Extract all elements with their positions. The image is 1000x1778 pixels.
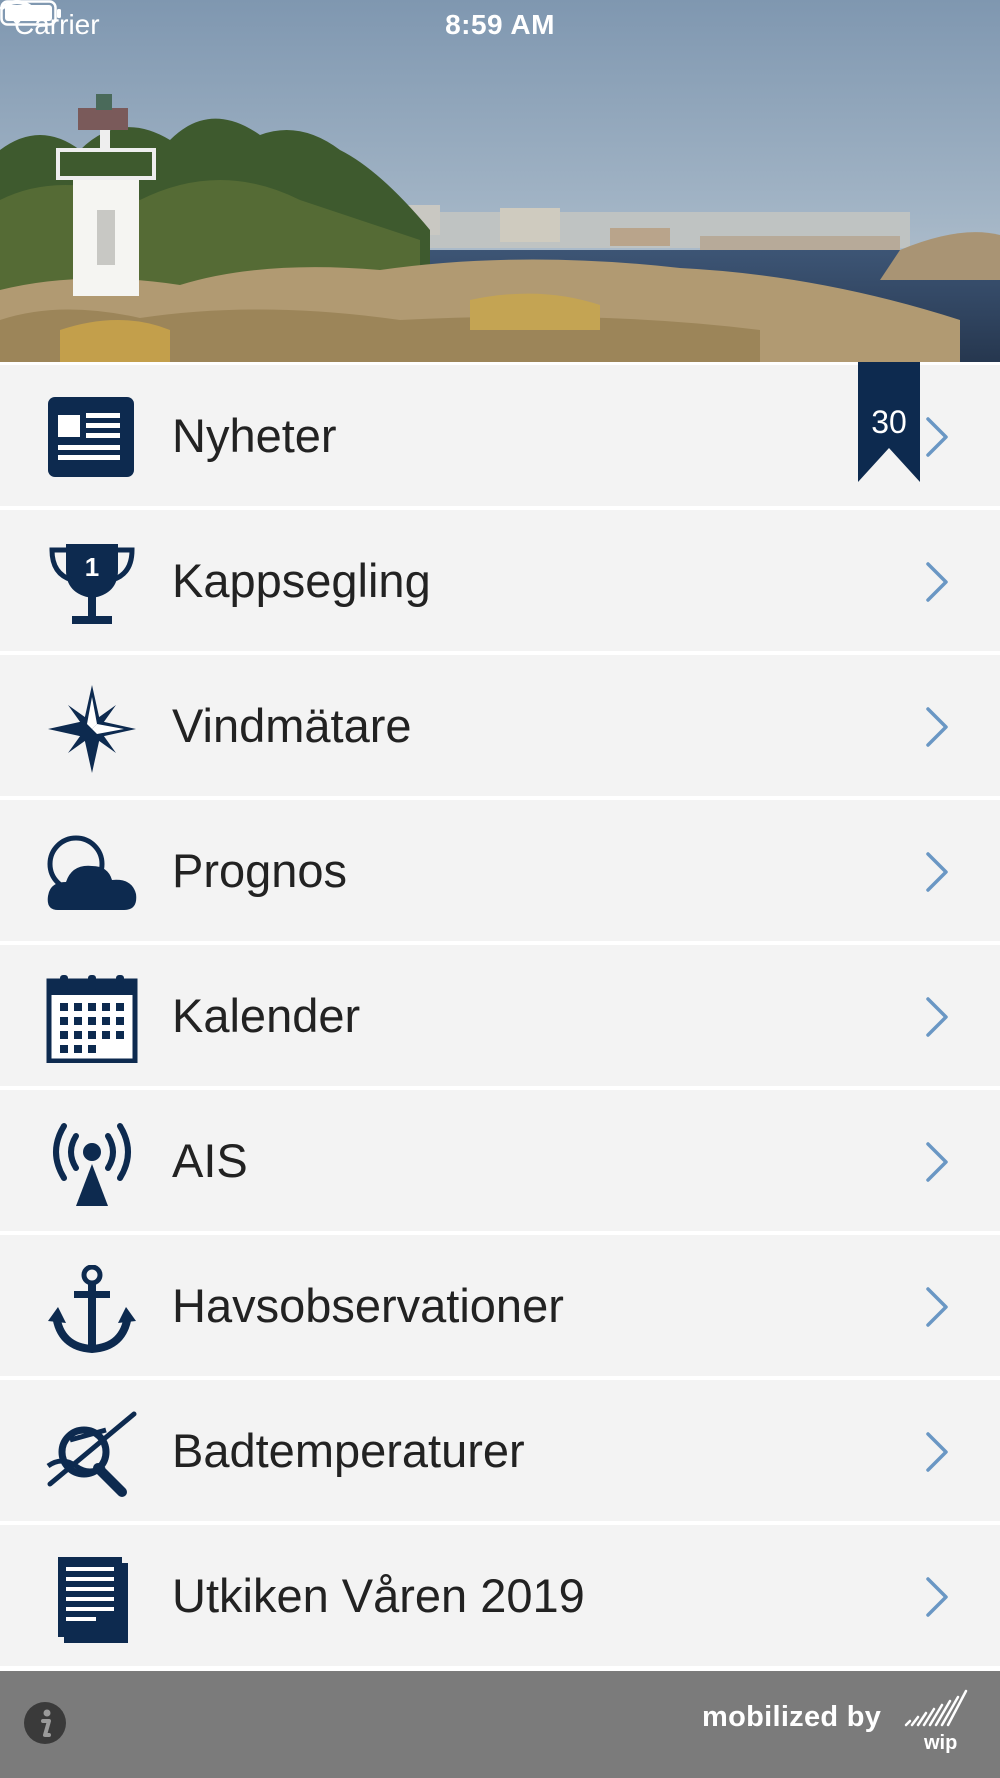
menu-item-vindmatare[interactable]: Vindmätare xyxy=(0,655,1000,800)
svg-text:1: 1 xyxy=(85,552,99,582)
trophy-icon: 1 xyxy=(49,544,135,624)
menu-item-label: Kappsegling xyxy=(172,554,431,607)
main-menu: Nyheter 30 1 Kappsegling Vindmätare Prog… xyxy=(0,362,1000,1670)
chevron-right-icon xyxy=(926,417,948,457)
chevron-right-icon xyxy=(926,562,948,602)
news-count-badge: 30 xyxy=(871,404,907,440)
cloud-icon xyxy=(47,835,137,910)
footer-bar: mobilized by wip xyxy=(0,1671,1000,1778)
menu-item-havsobservationer[interactable]: Havsobservationer xyxy=(0,1235,1000,1380)
chevron-right-icon xyxy=(926,1142,948,1182)
menu-item-label: Nyheter xyxy=(172,409,337,462)
menu-item-nyheter[interactable]: Nyheter 30 xyxy=(0,362,1000,510)
info-icon[interactable] xyxy=(23,1701,67,1745)
menu-item-badtemperaturer[interactable]: Badtemperaturer xyxy=(0,1380,1000,1525)
menu-item-label: AIS xyxy=(172,1134,248,1187)
wip-logo[interactable]: wip xyxy=(900,1685,972,1757)
menu-item-label: Vindmätare xyxy=(172,699,412,752)
calendar-icon xyxy=(46,975,138,1063)
chevron-right-icon xyxy=(926,852,948,892)
menu-item-label: Havsobservationer xyxy=(172,1279,564,1332)
menu-item-label: Badtemperaturer xyxy=(172,1424,525,1477)
chevron-right-icon xyxy=(926,707,948,747)
battery-icon xyxy=(0,0,61,26)
menu-item-kappsegling[interactable]: 1 Kappsegling xyxy=(0,510,1000,655)
menu-item-label: Prognos xyxy=(172,844,348,897)
document-icon xyxy=(58,1557,128,1643)
chevron-right-icon xyxy=(926,1577,948,1617)
menu-item-utkiken[interactable]: Utkiken Våren 2019 xyxy=(0,1525,1000,1670)
broadcast-icon xyxy=(53,1123,131,1206)
mobilized-by-label: mobilized by xyxy=(702,1701,882,1733)
menu-item-prognos[interactable]: Prognos xyxy=(0,800,1000,945)
chevron-right-icon xyxy=(926,1432,948,1472)
chevron-right-icon xyxy=(926,1287,948,1327)
chevron-right-icon xyxy=(926,997,948,1037)
menu-item-label: Kalender xyxy=(172,989,361,1042)
menu-item-ais[interactable]: AIS xyxy=(0,1090,1000,1235)
menu-item-label: Utkiken Våren 2019 xyxy=(172,1569,585,1622)
hero-image: Carrier 8:59 AM xyxy=(0,0,1000,362)
anchor-icon xyxy=(48,1265,136,1353)
menu-item-kalender[interactable]: Kalender xyxy=(0,945,1000,1090)
newspaper-icon xyxy=(48,397,134,477)
wip-logo-text: wip xyxy=(923,1732,957,1754)
status-bar: Carrier 8:59 AM xyxy=(0,0,1000,50)
lighthouse-photo xyxy=(0,0,1000,362)
no-swimming-icon xyxy=(46,1411,137,1497)
status-time: 8:59 AM xyxy=(445,9,555,40)
compass-rose-icon xyxy=(48,685,136,773)
